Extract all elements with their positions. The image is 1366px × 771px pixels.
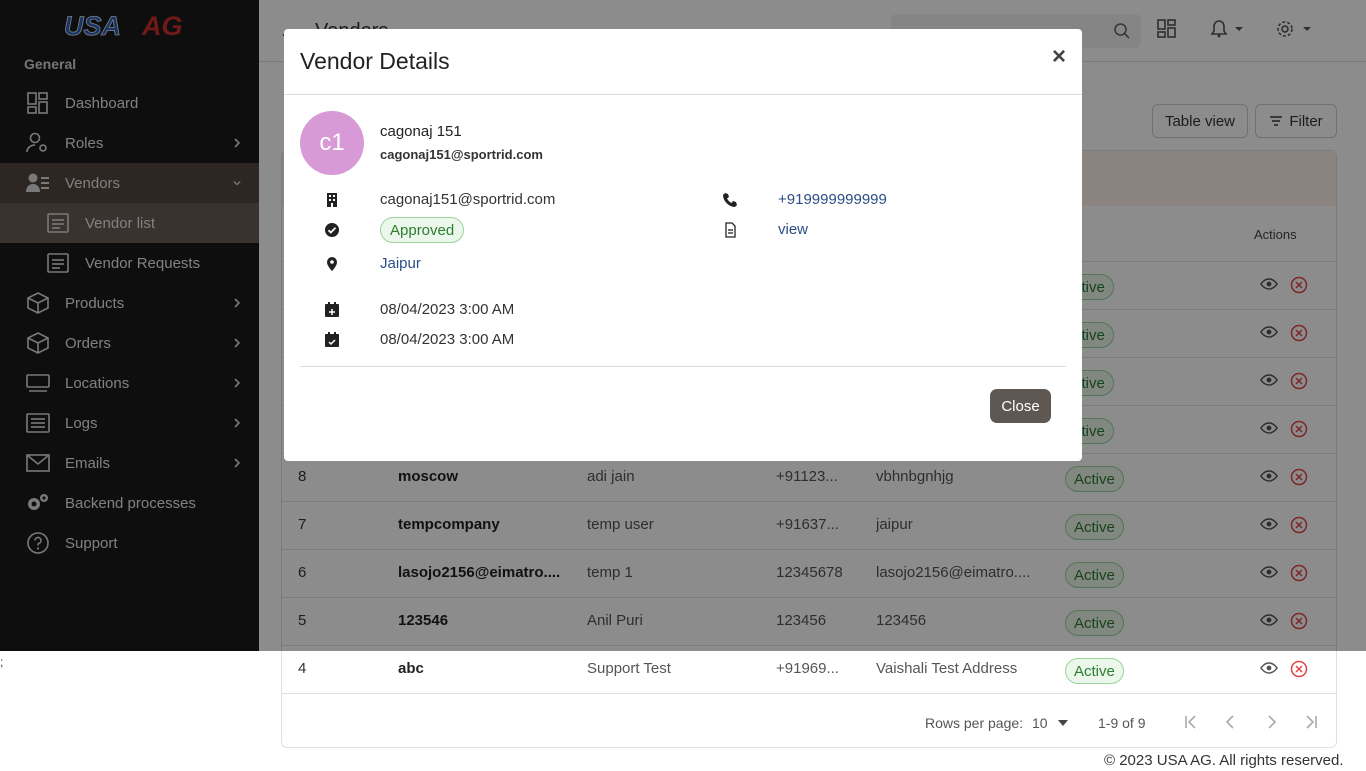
close-icon[interactable]: × xyxy=(1052,45,1066,69)
modal-title: Vendor Details xyxy=(300,48,450,74)
vendor-email: cagonaj151@sportrid.com xyxy=(380,147,543,162)
building-icon xyxy=(327,193,337,207)
vendor-details-modal: Vendor Details × c1 cagonaj 151 cagonaj1… xyxy=(284,29,1082,461)
modal-header: Vendor Details × xyxy=(284,29,1082,95)
close-button[interactable]: Close xyxy=(990,389,1051,423)
rows-per-page-select[interactable]: 10 xyxy=(1032,715,1048,731)
cell-id: 4 xyxy=(298,660,307,677)
phone-link[interactable]: +919999999999 xyxy=(778,191,887,208)
avatar: c1 xyxy=(300,111,364,175)
eye-icon[interactable] xyxy=(1260,662,1278,674)
location-link[interactable]: Jaipur xyxy=(380,255,421,272)
rows-per-page-label: Rows per page: xyxy=(925,715,1024,731)
footer-copyright: © 2023 USA AG. All rights reserved. xyxy=(1104,752,1344,769)
delete-circle-icon[interactable] xyxy=(1290,660,1308,678)
previous-page-icon[interactable] xyxy=(1223,714,1239,730)
status-badge: Active xyxy=(1065,658,1124,684)
next-page-icon[interactable] xyxy=(1263,714,1279,730)
modal-divider xyxy=(300,366,1066,367)
table-row[interactable]: 4 abc Support Test +91969... Vaishali Te… xyxy=(282,646,1336,694)
location-pin-icon xyxy=(327,257,337,271)
calendar-plus-icon xyxy=(325,302,339,317)
caret-down-icon[interactable] xyxy=(1058,720,1068,726)
calendar-check-icon xyxy=(325,332,339,347)
document-icon xyxy=(725,222,736,238)
document-view-link[interactable]: view xyxy=(778,221,808,238)
pagination: Rows per page: 10 1-9 of 9 xyxy=(282,694,1336,749)
check-circle-icon xyxy=(325,223,339,237)
last-page-icon[interactable] xyxy=(1303,714,1319,730)
phone-icon xyxy=(723,193,737,207)
updated-date: 08/04/2023 3:00 AM xyxy=(380,331,515,348)
created-date: 08/04/2023 3:00 AM xyxy=(380,301,515,318)
cell-name: Support Test xyxy=(587,660,671,677)
cell-company: abc xyxy=(398,660,424,677)
cell-address: Vaishali Test Address xyxy=(876,660,1018,677)
stray-text: ; xyxy=(0,655,4,669)
company-email: cagonaj151@sportrid.com xyxy=(380,191,556,208)
approval-status-badge: Approved xyxy=(380,217,465,243)
vendor-name: cagonaj 151 xyxy=(380,123,462,140)
first-page-icon[interactable] xyxy=(1183,714,1199,730)
page-range: 1-9 of 9 xyxy=(1098,715,1146,731)
cell-phone: +91969... xyxy=(776,660,839,677)
